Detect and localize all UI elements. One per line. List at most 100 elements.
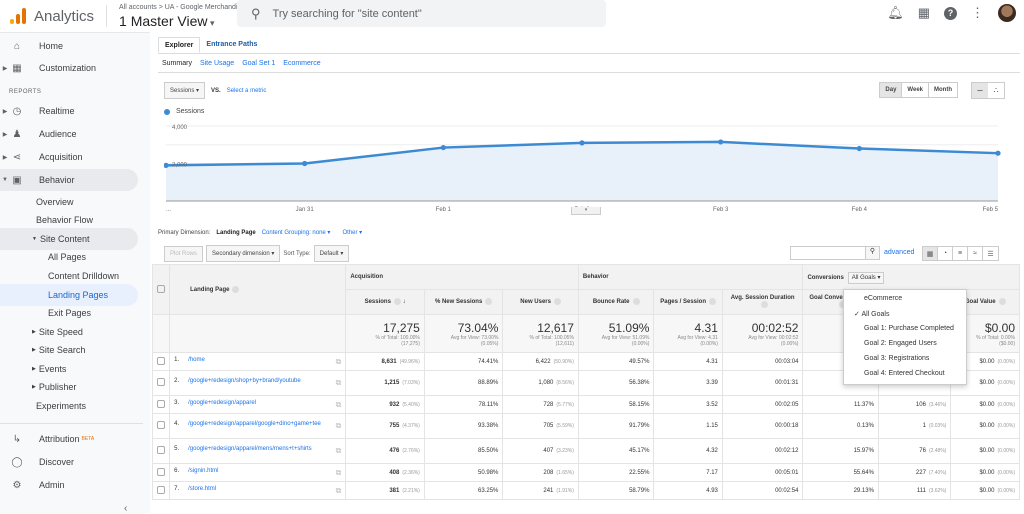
motion-chart-icon[interactable]: ∴: [988, 83, 1004, 98]
sidebar-label: Customization: [39, 63, 97, 73]
help-icon[interactable]: [393, 298, 401, 306]
line-chart-icon[interactable]: ∽: [972, 83, 988, 98]
goals-select[interactable]: All Goals ▾: [847, 271, 885, 284]
open-page-icon[interactable]: ⧉: [336, 378, 342, 388]
chart-resize-handle[interactable]: ▾: [571, 207, 601, 215]
sidebar-item-customization[interactable]: ▶ ▦ Customization: [0, 57, 138, 79]
table-filter-input[interactable]: ⚲: [790, 246, 880, 260]
subtab-site-usage[interactable]: Site Usage: [200, 60, 234, 67]
sidebar-label: Exit Pages: [48, 308, 92, 318]
landing-page-link[interactable]: /store.html: [188, 486, 216, 492]
row-checkbox[interactable]: [157, 399, 166, 408]
subtab-ecommerce[interactable]: Ecommerce: [283, 60, 320, 67]
tab-entrance-paths[interactable]: Entrance Paths: [200, 37, 263, 53]
other-dimension-select[interactable]: Other ▾: [342, 229, 362, 236]
performance-view-icon[interactable]: ≡: [953, 247, 968, 260]
help-icon[interactable]: [760, 301, 768, 309]
comparison-view-icon[interactable]: ≈: [968, 247, 983, 260]
pivot-view-icon[interactable]: ☰: [983, 247, 998, 260]
lightbulb-icon: ◯: [11, 456, 23, 468]
row-checkbox[interactable]: [157, 446, 166, 454]
open-page-icon[interactable]: ⧉: [336, 446, 342, 456]
help-icon[interactable]: [632, 298, 640, 306]
column-header-pages-per-session[interactable]: Pages / Session: [653, 289, 723, 315]
sort-desc-icon[interactable]: ↓: [401, 300, 406, 306]
row-checkbox[interactable]: [157, 467, 166, 476]
help-icon[interactable]: [998, 298, 1006, 306]
goals-option[interactable]: Goal 3: Registrations: [844, 352, 966, 367]
help-icon[interactable]: [553, 298, 561, 306]
legend-label: Sessions: [176, 108, 205, 115]
sidebar-item-attribution[interactable]: ↳ Attribution BETA: [0, 428, 138, 450]
landing-page-link[interactable]: /signin.html: [188, 468, 218, 474]
sidebar-item-home[interactable]: ⌂ Home: [0, 35, 138, 57]
landing-page-link[interactable]: /google+redesign/apparel/mens/mens+t+shi…: [188, 446, 312, 452]
landing-page-header[interactable]: Landing Page: [169, 264, 347, 315]
row-checkbox[interactable]: [157, 356, 166, 365]
sidebar-item-realtime[interactable]: ▶ ◷ Realtime: [0, 100, 138, 122]
select-all-checkbox[interactable]: [157, 284, 166, 293]
sidebar-item-behavior[interactable]: ▼ ▣ Behavior: [0, 169, 138, 191]
advanced-filter-link[interactable]: advanced: [884, 249, 914, 256]
open-page-icon[interactable]: ⧉: [336, 400, 342, 410]
sidebar-item-audience[interactable]: ▶ ♟ Audience: [0, 123, 138, 145]
landing-page-link[interactable]: /google+redesign/apparel: [188, 400, 256, 406]
collapse-sidebar-chevron-icon[interactable]: ‹: [124, 503, 127, 514]
subtab-summary[interactable]: Summary: [162, 60, 192, 67]
row-checkbox[interactable]: [157, 485, 166, 494]
help-icon[interactable]: [232, 285, 240, 293]
metric-select[interactable]: Sessions ▾: [164, 82, 206, 99]
landing-page-link[interactable]: /home: [188, 357, 205, 363]
open-page-icon[interactable]: ⧉: [336, 468, 342, 478]
apps-grid-icon[interactable]: ▦: [918, 5, 930, 21]
primary-dimension-value[interactable]: Landing Page: [216, 230, 255, 236]
row-checkbox[interactable]: [157, 421, 166, 429]
search-bar[interactable]: ⚲ Try searching for "site content": [237, 0, 606, 27]
landing-page-link[interactable]: /google+redesign/shop+by+brand/youtube: [188, 378, 301, 384]
plot-rows-button[interactable]: Plot Rows: [164, 245, 204, 262]
goals-option[interactable]: eCommerce: [844, 292, 966, 307]
column-header-new-sessions[interactable]: % New Sessions: [423, 289, 504, 315]
sort-type-select[interactable]: Default ▾: [313, 245, 350, 262]
percent-of-total: (49.96%): [399, 358, 420, 365]
analytics-logo[interactable]: [10, 8, 26, 24]
goals-option[interactable]: Goal 4: Entered Checkout: [844, 367, 966, 382]
open-page-icon[interactable]: ⧉: [336, 486, 342, 496]
month-button[interactable]: Month: [929, 83, 957, 97]
help-icon[interactable]: [485, 298, 493, 306]
account-selector[interactable]: All accounts > UA - Google Merchandi... …: [119, 4, 243, 28]
sidebar-item-experiments[interactable]: Experiments: [0, 395, 138, 417]
subtab-goal-set-1[interactable]: Goal Set 1: [242, 60, 275, 67]
sidebar-item-admin[interactable]: ⚙ Admin: [0, 474, 138, 496]
secondary-dimension-select[interactable]: Secondary dimension ▾: [206, 245, 281, 262]
goals-option[interactable]: Goal 1: Purchase Completed: [844, 322, 966, 337]
open-page-icon[interactable]: ⧉: [336, 421, 342, 431]
notifications-bell-icon[interactable]: 🔔︎: [887, 5, 904, 21]
row-checkbox[interactable]: [157, 378, 166, 386]
expand-caret-icon: ▶: [2, 131, 8, 138]
help-icon[interactable]: ?: [944, 6, 957, 20]
tab-explorer[interactable]: Explorer: [158, 37, 201, 53]
sidebar-item-discover[interactable]: ◯ Discover: [0, 451, 138, 473]
search-icon[interactable]: ⚲: [865, 247, 879, 259]
sidebar-item-acquisition[interactable]: ▶ ⋖ Acquisition: [0, 146, 138, 168]
avatar[interactable]: [998, 4, 1016, 22]
day-button[interactable]: Day: [880, 83, 903, 97]
column-header-sessions[interactable]: Sessions ↓: [345, 289, 425, 315]
sessions-cell: 408 (2.36%): [345, 463, 425, 482]
open-page-icon[interactable]: ⧉: [336, 357, 342, 367]
table-view-icon[interactable]: ▦: [923, 247, 938, 260]
column-header-avg-session-duration[interactable]: Avg. Session Duration: [721, 289, 804, 315]
goals-option[interactable]: Goal 2: Engaged Users: [844, 337, 966, 352]
help-icon[interactable]: [709, 298, 716, 306]
column-header-new-users[interactable]: New Users: [502, 289, 579, 315]
view-selector[interactable]: 1 Master View: [119, 14, 243, 28]
more-vert-icon[interactable]: ⋮: [971, 5, 984, 21]
column-header-bounce-rate[interactable]: Bounce Rate: [577, 289, 655, 315]
goals-option[interactable]: ✓ All Goals: [844, 307, 966, 322]
pie-view-icon[interactable]: ◔: [938, 247, 953, 260]
week-button[interactable]: Week: [902, 83, 929, 97]
landing-page-link[interactable]: /google+redesign/apparel/google+dino+gam…: [188, 421, 321, 427]
content-grouping-select[interactable]: Content Grouping: none ▾: [262, 229, 331, 236]
select-metric-link[interactable]: Select a metric: [227, 88, 267, 94]
